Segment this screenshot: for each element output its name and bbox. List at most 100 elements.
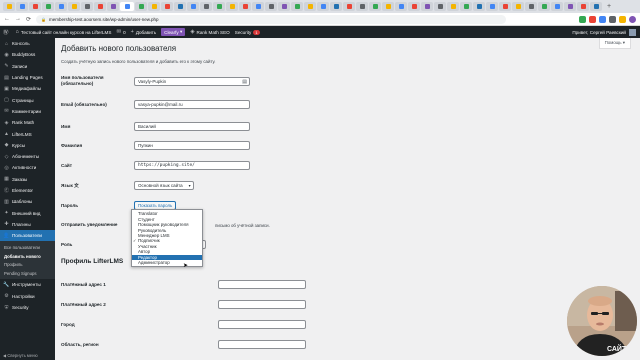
browser-tab[interactable] <box>304 2 316 11</box>
rankmath-menu[interactable]: ◈ Rank Math SEO <box>190 29 229 35</box>
sidebar-item[interactable]: ◈ Rank Math <box>0 117 55 128</box>
profile-avatar-icon[interactable] <box>629 15 636 23</box>
browser-tab[interactable] <box>577 2 589 11</box>
sidebar-item[interactable]: ⌂ Консоль <box>0 38 55 49</box>
browser-tab[interactable] <box>473 2 485 11</box>
browser-tab[interactable] <box>94 2 106 11</box>
lifterlms-field-input[interactable] <box>218 300 306 309</box>
sidebar-item[interactable]: 🔧 Инструменты <box>0 279 55 290</box>
browser-tab[interactable] <box>590 2 602 11</box>
browser-tab[interactable] <box>291 2 303 11</box>
browser-tab[interactable] <box>135 2 147 11</box>
sidebar-item[interactable]: ▦ Заказы <box>0 174 55 185</box>
browser-tab[interactable] <box>213 2 225 11</box>
sidebar-item[interactable]: ▥ Шаблоны <box>0 196 55 207</box>
sidebar-item[interactable]: ⛨ Security <box>0 302 55 313</box>
browser-tab[interactable] <box>330 2 342 11</box>
sidebar-item[interactable]: ◉ BuddyBoss <box>0 49 55 60</box>
browser-tab[interactable] <box>486 2 498 11</box>
browser-tab[interactable] <box>460 2 472 11</box>
extension-icon[interactable] <box>579 15 586 23</box>
browser-tab[interactable] <box>317 2 329 11</box>
extension-icon[interactable] <box>609 15 616 23</box>
browser-tab[interactable] <box>512 2 524 11</box>
browser-tab[interactable] <box>174 2 186 11</box>
sidebar-item[interactable]: ▢ Страницы <box>0 94 55 105</box>
browser-tab[interactable] <box>55 2 67 11</box>
website-input[interactable]: https://pupking.site/ <box>134 161 250 170</box>
submenu-item[interactable]: Профиль <box>0 260 55 269</box>
new-tab-button[interactable]: + <box>607 3 611 10</box>
browser-tab[interactable] <box>343 2 355 11</box>
sidebar-item[interactable]: ▤ Landing Pages <box>0 72 55 83</box>
language-select[interactable]: Основной язык сайта ▾ <box>134 181 194 190</box>
sidebar-item[interactable]: ◎ Активности <box>0 162 55 173</box>
browser-tab[interactable] <box>564 2 576 11</box>
new-content-menu[interactable]: + Добавить <box>131 29 157 35</box>
help-tab-button[interactable]: Помощь ▾ <box>598 38 631 49</box>
comments-menu[interactable]: ✉ 0 <box>116 29 125 35</box>
browser-tab[interactable] <box>499 2 511 11</box>
browser-tab[interactable] <box>16 2 28 11</box>
browser-tab[interactable] <box>265 2 277 11</box>
username-input[interactable]: Vasyly-Pupkin ▤ <box>134 77 250 86</box>
sidebar-item[interactable]: ✉ Комментарии <box>0 106 55 117</box>
browser-tab[interactable] <box>161 2 173 11</box>
browser-tab[interactable] <box>525 2 537 11</box>
browser-tab[interactable] <box>148 2 160 11</box>
sidebar-item[interactable]: ◇ Абонементы <box>0 151 55 162</box>
role-option[interactable]: Администратор <box>132 260 202 265</box>
browser-tab[interactable] <box>382 2 394 11</box>
sidebar-item[interactable]: Ⓔ Elementor <box>0 185 55 196</box>
browser-tab[interactable] <box>421 2 433 11</box>
browser-tab[interactable] <box>239 2 251 11</box>
security-menu[interactable]: Security 1 <box>235 29 260 35</box>
forward-button[interactable]: → <box>15 16 21 22</box>
url-field[interactable]: 🔒 membership-test.aoorsem.site/wp-admin/… <box>36 14 507 24</box>
browser-tab[interactable] <box>278 2 290 11</box>
submenu-item[interactable]: Добавить нового <box>0 252 55 261</box>
sidebar-item[interactable]: ▲ LifterLMS <box>0 128 55 139</box>
browser-tab[interactable] <box>42 2 54 11</box>
browser-tab[interactable] <box>29 2 41 11</box>
submenu-item[interactable]: Все пользователи <box>0 243 55 252</box>
browser-tab[interactable] <box>3 2 15 11</box>
browser-tab[interactable] <box>187 2 199 11</box>
clearfy-menu[interactable]: Clearfy ▾ <box>161 28 186 36</box>
browser-tab[interactable] <box>369 2 381 11</box>
first-name-input[interactable]: Василий <box>134 122 250 131</box>
lifterlms-field-input[interactable] <box>218 340 306 349</box>
browser-tab[interactable] <box>395 2 407 11</box>
submenu-item[interactable]: Pending Signups <box>0 269 55 278</box>
browser-tab[interactable] <box>200 2 212 11</box>
lifterlms-field-input[interactable] <box>218 320 306 329</box>
last-name-input[interactable]: Пупкин <box>134 141 250 150</box>
browser-tab[interactable] <box>68 2 80 11</box>
site-name-menu[interactable]: ⌂ Тестовый сайт онлайн курсов на LifterLM… <box>16 29 112 35</box>
sidebar-item[interactable]: ⚙ Настройки <box>0 291 55 302</box>
browser-tab[interactable] <box>107 2 119 11</box>
sidebar-item[interactable]: ✦ Внешний вид <box>0 207 55 218</box>
browser-tab[interactable] <box>434 2 446 11</box>
reload-button[interactable]: ⟳ <box>26 16 31 23</box>
browser-tab[interactable] <box>252 2 264 11</box>
browser-tab[interactable] <box>226 2 238 11</box>
email-input[interactable]: vasya-pupkin@mail.ru <box>134 100 250 109</box>
browser-tab[interactable] <box>408 2 420 11</box>
browser-tab[interactable] <box>551 2 563 11</box>
wp-logo-menu[interactable]: Ⓦ <box>3 28 11 36</box>
browser-tab[interactable] <box>120 2 134 11</box>
sidebar-item[interactable]: ▣ Медиафайлы <box>0 83 55 94</box>
extension-icon[interactable] <box>599 15 606 23</box>
my-account-menu[interactable]: Привет, Сергей Раевский <box>572 28 636 36</box>
back-button[interactable]: ← <box>4 16 10 22</box>
sidebar-item[interactable]: ◆ Курсы <box>0 140 55 151</box>
lifterlms-field-input[interactable] <box>218 280 306 289</box>
extension-icon[interactable] <box>589 15 596 23</box>
browser-tab[interactable] <box>447 2 459 11</box>
collapse-menu-button[interactable]: ◀ Свернуть меню <box>3 353 38 358</box>
sidebar-item[interactable]: 👤 Пользователи <box>0 230 55 242</box>
browser-tab[interactable] <box>81 2 93 11</box>
browser-tab[interactable] <box>356 2 368 11</box>
extension-icon[interactable] <box>619 15 626 23</box>
